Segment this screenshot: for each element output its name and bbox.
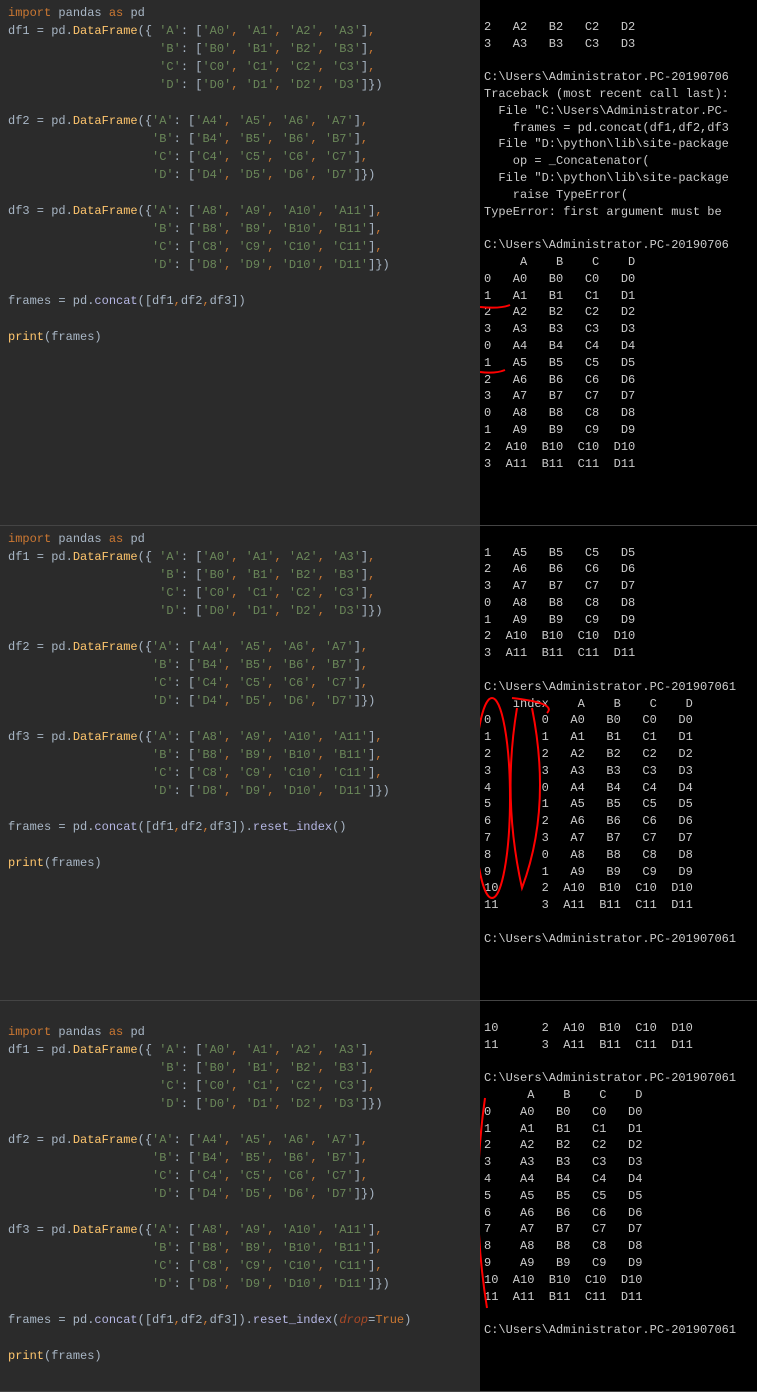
- output-terminal-3[interactable]: 10 2 A10 B10 C10 D10 11 3 A11 B11 C11 D1…: [480, 1001, 757, 1391]
- df1-line: df1 = pd.DataFrame({ 'A': ['A0', 'A1', '…: [8, 548, 472, 566]
- code-line: 'C': ['C8', 'C9', 'C10', 'C11'],: [8, 764, 472, 782]
- code-line: 'B': ['B8', 'B9', 'B10', 'B11'],: [8, 746, 472, 764]
- import-line: import pandas as pd: [8, 4, 472, 22]
- df2-line: df2 = pd.DataFrame({'A': ['A4', 'A5', 'A…: [8, 1131, 472, 1149]
- df2-line: df2 = pd.DataFrame({'A': ['A4', 'A5', 'A…: [8, 638, 472, 656]
- code-line: 'C': ['C8', 'C9', 'C10', 'C11'],: [8, 238, 472, 256]
- code-line: 'D': ['D0', 'D1', 'D2', 'D3']}): [8, 76, 472, 94]
- code-line: 'D': ['D4', 'D5', 'D6', 'D7']}): [8, 1185, 472, 1203]
- print-line: print(frames): [8, 854, 472, 872]
- code-line: 'D': ['D8', 'D9', 'D10', 'D11']}): [8, 256, 472, 274]
- concat-line: frames = pd.concat([df1,df2,df3]).reset_…: [8, 1311, 472, 1329]
- print-line: print(frames): [8, 1347, 472, 1365]
- code-line: 'D': ['D8', 'D9', 'D10', 'D11']}): [8, 1275, 472, 1293]
- code-line: 'C': ['C0', 'C1', 'C2', 'C3'],: [8, 584, 472, 602]
- code-line: 'D': ['D4', 'D5', 'D6', 'D7']}): [8, 692, 472, 710]
- code-line: 'D': ['D0', 'D1', 'D2', 'D3']}): [8, 1095, 472, 1113]
- output-text: 2 A2 B2 C2 D2 3 A3 B3 C3 D3 C:\Users\Adm…: [484, 19, 753, 473]
- import-line: import pandas as pd: [8, 1023, 472, 1041]
- code-editor-3[interactable]: import pandas as pd df1 = pd.DataFrame({…: [0, 1001, 480, 1391]
- print-line: print(frames): [8, 328, 472, 346]
- code-line: 'D': ['D8', 'D9', 'D10', 'D11']}): [8, 782, 472, 800]
- section-3: import pandas as pd df1 = pd.DataFrame({…: [0, 1001, 757, 1392]
- code-line: 'C': ['C4', 'C5', 'C6', 'C7'],: [8, 148, 472, 166]
- df1-line: df1 = pd.DataFrame({ 'A': ['A0', 'A1', '…: [8, 22, 472, 40]
- import-line: import pandas as pd: [8, 530, 472, 548]
- code-editor-2[interactable]: import pandas as pd df1 = pd.DataFrame({…: [0, 526, 480, 1000]
- output-text: 1 A5 B5 C5 D5 2 A6 B6 C6 D6 3 A7 B7 C7 D…: [484, 545, 753, 948]
- code-line: 'D': ['D0', 'D1', 'D2', 'D3']}): [8, 602, 472, 620]
- df3-line: df3 = pd.DataFrame({'A': ['A8', 'A9', 'A…: [8, 1221, 472, 1239]
- df3-line: df3 = pd.DataFrame({'A': ['A8', 'A9', 'A…: [8, 728, 472, 746]
- code-line: 'B': ['B0', 'B1', 'B2', 'B3'],: [8, 40, 472, 58]
- code-line: 'B': ['B0', 'B1', 'B2', 'B3'],: [8, 566, 472, 584]
- code-line: 'B': ['B4', 'B5', 'B6', 'B7'],: [8, 1149, 472, 1167]
- section-1: import pandas as pd df1 = pd.DataFrame({…: [0, 0, 757, 526]
- section-2: import pandas as pd df1 = pd.DataFrame({…: [0, 526, 757, 1001]
- code-line: 'C': ['C4', 'C5', 'C6', 'C7'],: [8, 1167, 472, 1185]
- code-line: 'B': ['B0', 'B1', 'B2', 'B3'],: [8, 1059, 472, 1077]
- code-line: 'B': ['B8', 'B9', 'B10', 'B11'],: [8, 1239, 472, 1257]
- code-line: 'C': ['C4', 'C5', 'C6', 'C7'],: [8, 674, 472, 692]
- code-line: 'B': ['B8', 'B9', 'B10', 'B11'],: [8, 220, 472, 238]
- output-terminal-1[interactable]: 2 A2 B2 C2 D2 3 A3 B3 C3 D3 C:\Users\Adm…: [480, 0, 757, 525]
- code-line: 'D': ['D4', 'D5', 'D6', 'D7']}): [8, 166, 472, 184]
- df2-line: df2 = pd.DataFrame({'A': ['A4', 'A5', 'A…: [8, 112, 472, 130]
- code-line: 'B': ['B4', 'B5', 'B6', 'B7'],: [8, 656, 472, 674]
- code-line: 'C': ['C0', 'C1', 'C2', 'C3'],: [8, 58, 472, 76]
- df1-line: df1 = pd.DataFrame({ 'A': ['A0', 'A1', '…: [8, 1041, 472, 1059]
- concat-line: frames = pd.concat([df1,df2,df3]).reset_…: [8, 818, 472, 836]
- output-terminal-2[interactable]: 1 A5 B5 C5 D5 2 A6 B6 C6 D6 3 A7 B7 C7 D…: [480, 526, 757, 1000]
- df3-line: df3 = pd.DataFrame({'A': ['A8', 'A9', 'A…: [8, 202, 472, 220]
- code-line: 'B': ['B4', 'B5', 'B6', 'B7'],: [8, 130, 472, 148]
- output-text: 10 2 A10 B10 C10 D10 11 3 A11 B11 C11 D1…: [484, 1020, 753, 1339]
- code-line: 'C': ['C0', 'C1', 'C2', 'C3'],: [8, 1077, 472, 1095]
- code-editor-1[interactable]: import pandas as pd df1 = pd.DataFrame({…: [0, 0, 480, 525]
- code-line: 'C': ['C8', 'C9', 'C10', 'C11'],: [8, 1257, 472, 1275]
- concat-line: frames = pd.concat([df1,df2,df3]): [8, 292, 472, 310]
